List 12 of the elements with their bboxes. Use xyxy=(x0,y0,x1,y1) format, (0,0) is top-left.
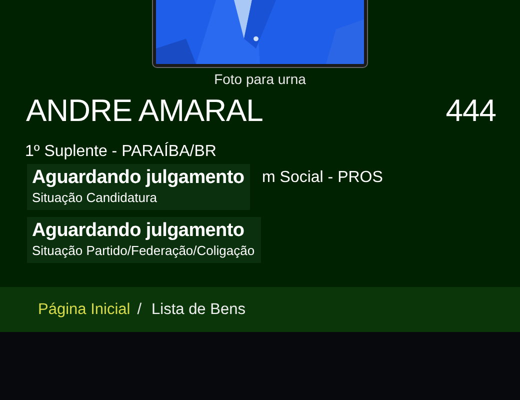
candidate-office: 1º Suplente - PARAÍBA/BR xyxy=(24,143,218,161)
status-value: Aguardando julgamento xyxy=(32,219,246,243)
breadcrumb-separator: / xyxy=(137,300,142,318)
breadcrumb-link[interactable]: Página Inicial xyxy=(38,300,130,318)
photo-caption: Foto para urna xyxy=(214,71,306,87)
status-label: Situação Partido/Federação/Coligação xyxy=(32,243,255,259)
candidate-number: 444 xyxy=(446,93,496,129)
candidate-name: ANDRE AMARAL xyxy=(26,93,263,129)
status-label: Situação Candidatura xyxy=(32,190,158,206)
breadcrumb-current: Lista de Bens xyxy=(152,300,246,318)
status-value: Aguardando julgamento xyxy=(32,166,244,190)
candidate-party: m Social - PROS xyxy=(262,169,383,187)
